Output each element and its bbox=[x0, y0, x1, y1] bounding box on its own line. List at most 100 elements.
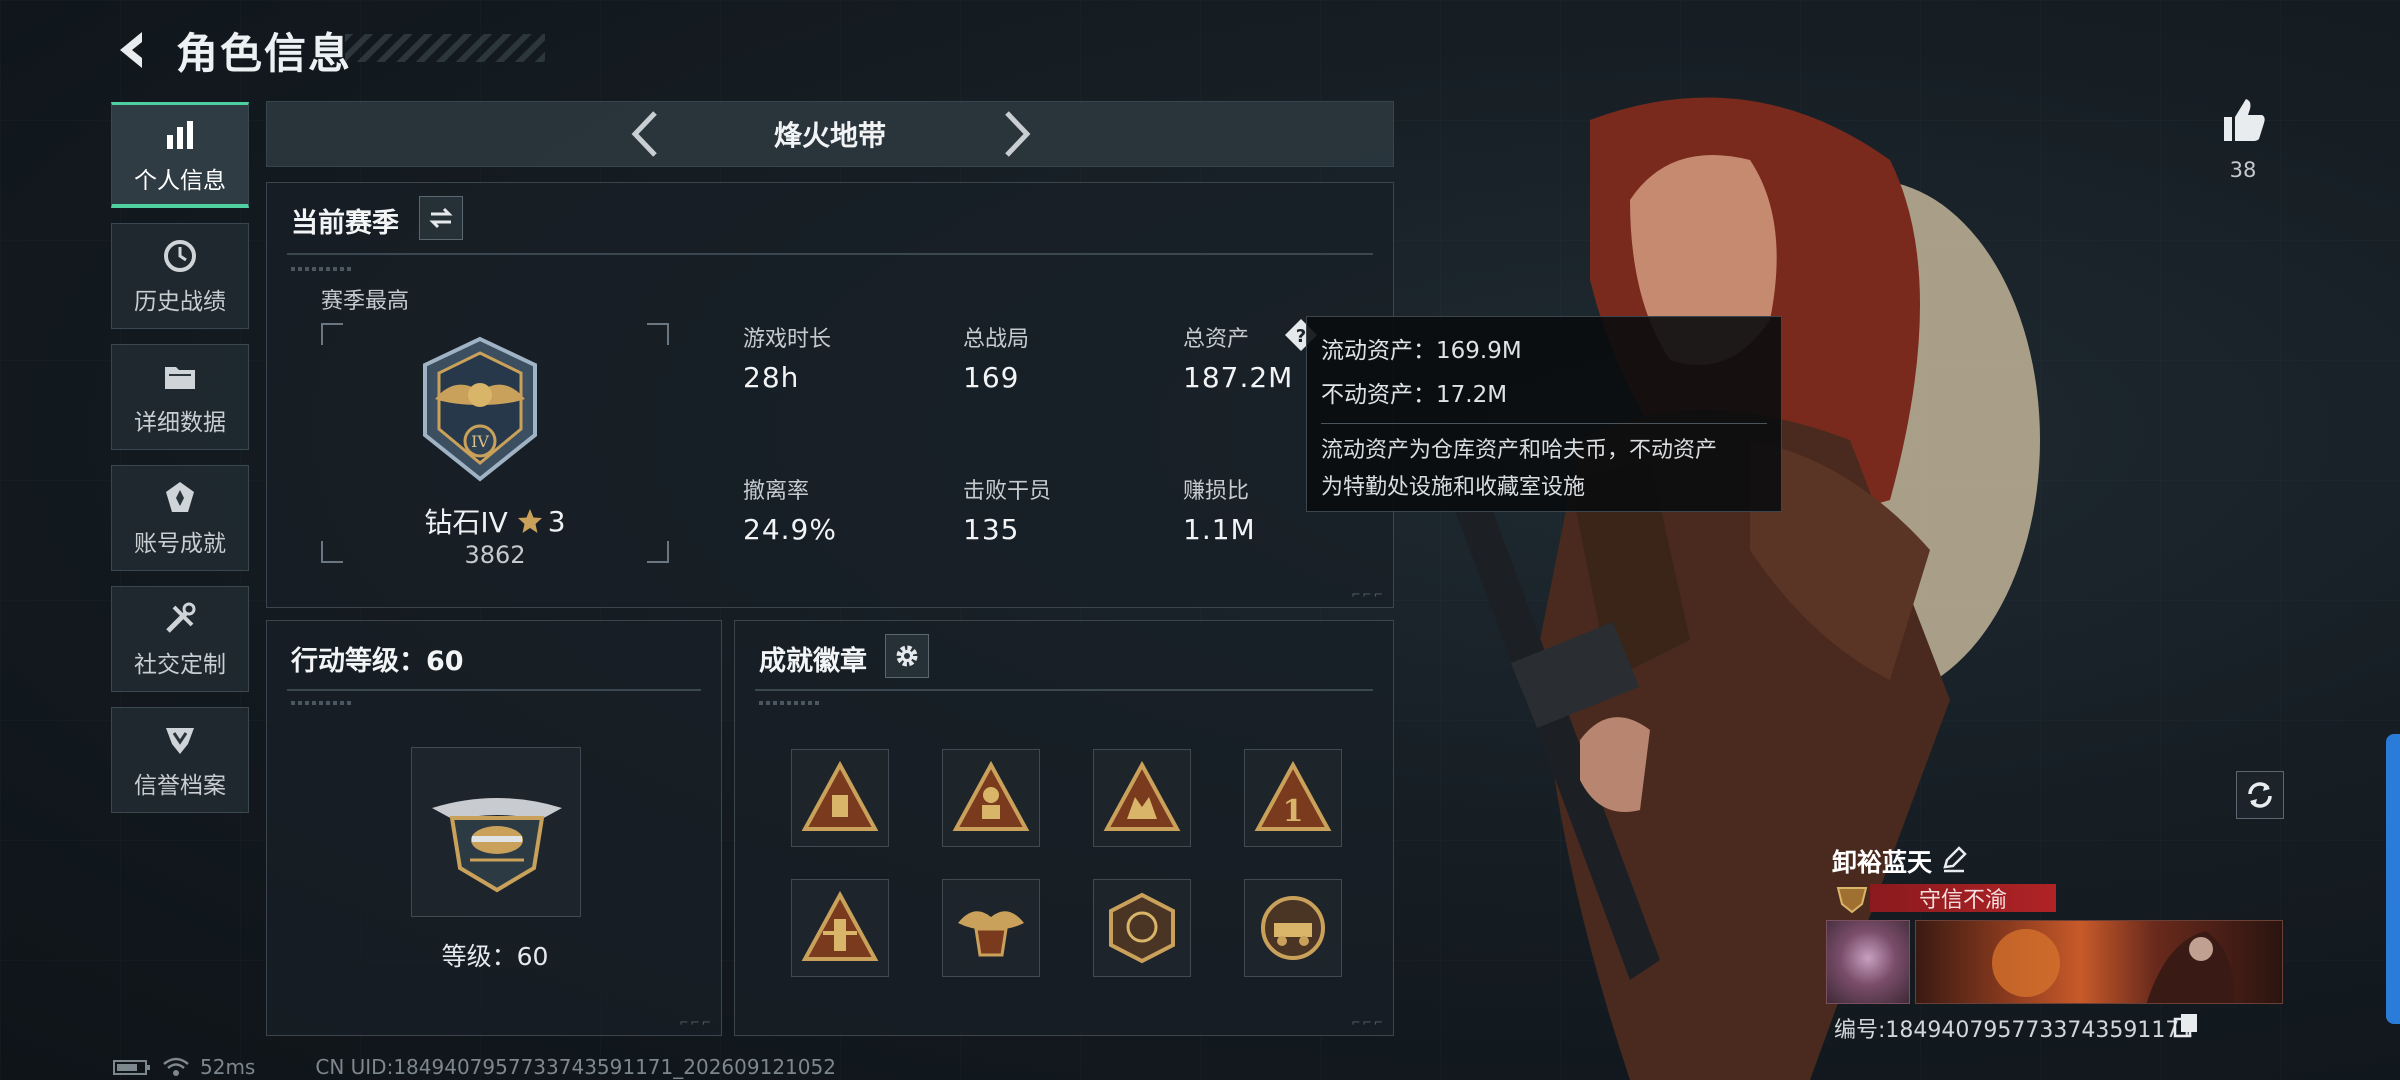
side-drawer-tab[interactable] bbox=[2386, 734, 2400, 1024]
decoration bbox=[291, 267, 351, 271]
diamond-rank-emblem-icon: IV bbox=[423, 336, 537, 482]
level-text: 等级：60 bbox=[441, 942, 549, 971]
side-navigation: 个人信息 历史战绩 详细数据 账号成就 社交定制 信誉档案 bbox=[111, 102, 249, 828]
nav-item-achievements[interactable]: 账号成就 bbox=[111, 465, 249, 571]
tooltip-divider bbox=[1321, 423, 1767, 424]
achievement-badge[interactable] bbox=[1093, 749, 1191, 847]
achievements-title: 成就徽章 bbox=[759, 646, 867, 677]
stat-value-extract-rate: 24.9% bbox=[743, 513, 837, 546]
nav-label: 历史战绩 bbox=[134, 289, 226, 315]
helicopter-emblem-icon bbox=[432, 798, 562, 893]
action-level-title: 行动等级：60 bbox=[291, 646, 464, 677]
divider bbox=[287, 253, 1373, 255]
current-season-panel: 当前赛季 赛季最高 IV 钻石IV 3 3862 游戏时长 28h 总战局 16… bbox=[266, 182, 1394, 608]
header: 角色信息 bbox=[112, 20, 352, 80]
season-switch-button[interactable] bbox=[419, 196, 463, 240]
svg-text:1: 1 bbox=[1283, 794, 1304, 829]
hexagon-2025-badge-icon bbox=[1109, 892, 1175, 964]
achievement-badge[interactable] bbox=[791, 879, 889, 977]
back-arrow-icon[interactable] bbox=[112, 28, 152, 72]
stat-value-total-assets: 187.2M bbox=[1183, 361, 1294, 394]
stat-label-total-matches: 总战局 bbox=[963, 327, 1030, 352]
tooltip-fixed-assets: 不动资产：17.2M bbox=[1321, 382, 1508, 408]
ping: 52ms bbox=[200, 1055, 256, 1079]
season-title: 当前赛季 bbox=[291, 208, 399, 239]
rank-score: 3862 bbox=[464, 541, 526, 569]
triangle-number-one-badge-icon: 1 bbox=[1254, 760, 1332, 831]
reputation-emblem-icon bbox=[1836, 887, 1868, 914]
nav-item-detailed-data[interactable]: 详细数据 bbox=[111, 344, 249, 450]
battery-icon bbox=[113, 1060, 150, 1075]
stat-label-kills: 击败干员 bbox=[963, 479, 1052, 504]
stat-value-kills: 135 bbox=[963, 513, 1020, 546]
frame-corner bbox=[647, 323, 669, 345]
stat-label-profit-ratio: 赚损比 bbox=[1183, 479, 1250, 504]
decoration bbox=[759, 701, 819, 705]
achievement-badge[interactable] bbox=[942, 879, 1040, 977]
corner-decoration: ⌐⌐⌐ bbox=[679, 1016, 713, 1029]
divider bbox=[287, 689, 701, 691]
thumbs-up-icon[interactable] bbox=[2218, 95, 2268, 145]
assets-tooltip: 流动资产：169.9M 不动资产：17.2M 流动资产为仓库资产和哈夫币，不动资… bbox=[1306, 316, 1782, 512]
svg-text:IV: IV bbox=[471, 432, 489, 451]
swap-icon bbox=[429, 207, 453, 229]
nav-item-history[interactable]: 历史战绩 bbox=[111, 223, 249, 329]
refresh-icon bbox=[2248, 782, 2272, 808]
status-bar: 52ms CN UID:1849407957733743591171_20260… bbox=[112, 1054, 836, 1080]
frame-corner bbox=[321, 323, 343, 345]
achievement-badge[interactable] bbox=[1244, 879, 1342, 977]
shield-badge-icon bbox=[166, 728, 194, 754]
nav-item-reputation[interactable]: 信誉档案 bbox=[111, 707, 249, 813]
folder-icon bbox=[165, 367, 195, 389]
nav-label: 信誉档案 bbox=[134, 773, 226, 799]
achievement-badges-panel: 成就徽章 1 ⌐⌐⌐ bbox=[734, 620, 1394, 1036]
nav-label: 账号成就 bbox=[134, 531, 226, 557]
nav-label: 详细数据 bbox=[134, 410, 226, 436]
eagle-crest-badge-icon bbox=[958, 911, 1024, 957]
achievement-badge[interactable] bbox=[1093, 879, 1191, 977]
prev-mode-arrow-icon[interactable] bbox=[627, 109, 663, 159]
copy-icon[interactable] bbox=[2173, 1012, 2199, 1038]
round-vehicle-badge-icon bbox=[1261, 896, 1325, 960]
edit-pencil-icon[interactable] bbox=[1940, 845, 1968, 873]
bar-chart-icon bbox=[167, 120, 193, 149]
badge-settings-button[interactable] bbox=[885, 634, 929, 678]
achievement-badge[interactable] bbox=[791, 749, 889, 847]
stat-label-playtime: 游戏时长 bbox=[743, 327, 832, 352]
triangle-soldier-badge-icon bbox=[952, 760, 1030, 831]
level-emblem-frame bbox=[411, 747, 581, 917]
achievement-badge[interactable]: 1 bbox=[1244, 749, 1342, 847]
triangle-squad-badge-icon bbox=[1103, 760, 1181, 831]
star-icon bbox=[517, 509, 542, 533]
title-decoration bbox=[345, 34, 545, 62]
nav-item-personal-info[interactable]: 个人信息 bbox=[111, 102, 249, 208]
uid: CN UID:1849407957733743591171_2026091210… bbox=[315, 1055, 836, 1079]
rotate-model-button[interactable] bbox=[2236, 771, 2284, 819]
mode-selector: 烽火地带 bbox=[266, 101, 1394, 167]
stat-label-total-assets: 总资产 bbox=[1183, 327, 1250, 352]
stat-label-extract-rate: 撤离率 bbox=[743, 479, 810, 504]
gear-icon bbox=[896, 645, 918, 667]
decoration bbox=[291, 701, 351, 705]
tools-icon bbox=[166, 602, 196, 633]
tooltip-description-line-2: 为特勤处设施和收藏室设施 bbox=[1321, 475, 1586, 500]
player-id: 编号:1849407957733743591171 bbox=[1834, 1018, 2194, 1043]
stat-value-playtime: 28h bbox=[743, 361, 800, 394]
triangle-supply-badge-icon bbox=[801, 760, 879, 831]
rank-row: 钻石IV 3 bbox=[321, 501, 669, 541]
triangle-tower-badge-icon bbox=[801, 890, 879, 961]
avatar[interactable] bbox=[1826, 920, 1910, 1004]
nav-item-social-custom[interactable]: 社交定制 bbox=[111, 586, 249, 692]
action-level-panel: 行动等级：60 等级：60 ⌐⌐⌐ bbox=[266, 620, 722, 1036]
player-banner[interactable] bbox=[1915, 920, 2283, 1004]
tooltip-description-line-1: 流动资产为仓库资产和哈夫币，不动资产 bbox=[1321, 438, 1718, 463]
mode-title: 烽火地带 bbox=[773, 119, 886, 152]
svg-text:?: ? bbox=[1296, 326, 1306, 347]
wifi-icon bbox=[163, 1057, 189, 1076]
nav-label: 社交定制 bbox=[134, 652, 226, 678]
next-mode-arrow-icon[interactable] bbox=[999, 109, 1035, 159]
season-best-label: 赛季最高 bbox=[321, 289, 410, 314]
rank-name: 钻石IV bbox=[424, 506, 508, 539]
achievement-badge[interactable] bbox=[942, 749, 1040, 847]
nav-label: 个人信息 bbox=[134, 167, 226, 194]
